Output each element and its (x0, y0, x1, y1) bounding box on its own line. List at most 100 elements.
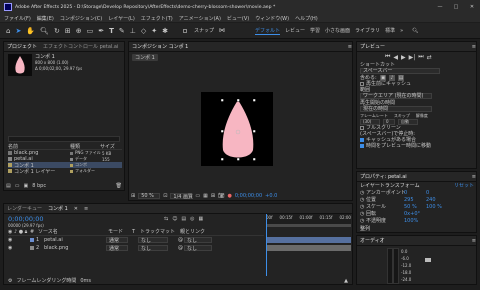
cache-opt-checkbox[interactable] (360, 138, 364, 142)
menu-layer[interactable]: レイヤー(L) (108, 15, 135, 22)
region-icon[interactable]: ▭ (195, 193, 200, 199)
comp-flowchart-icon[interactable]: ⇆ (164, 216, 168, 222)
snapshot-icon[interactable]: 📷︎ (218, 193, 224, 199)
shortcut-select[interactable]: スペースバー (360, 68, 440, 74)
layer-parent-select[interactable]: なし (184, 237, 212, 244)
workspace-libraries[interactable]: ライブラリ (355, 27, 380, 34)
timeline-ruler[interactable]: 00f 00:15f 01:00f 01:15f 02:00 (266, 214, 351, 224)
comp-viewer[interactable] (201, 92, 273, 166)
camera-tool-icon[interactable]: ⊞ (65, 27, 71, 35)
label-color[interactable] (70, 157, 73, 161)
next-frame-icon[interactable]: ▶| (409, 54, 416, 61)
label-color[interactable] (70, 163, 73, 167)
visibility-icon[interactable]: ◉ (8, 245, 14, 251)
audio-slider-knob[interactable] (425, 258, 431, 262)
label-color[interactable] (30, 246, 34, 250)
layer-duration-bar[interactable] (266, 237, 351, 243)
property-value-2[interactable]: 100 % (426, 204, 448, 210)
selection-tool-icon[interactable]: ➤ (15, 27, 21, 35)
time-opt-checkbox[interactable] (360, 144, 364, 148)
layer-duration-bar[interactable] (266, 245, 351, 251)
snap-checkbox[interactable] (182, 28, 187, 33)
audio-menu-icon[interactable]: ≡ (472, 238, 476, 244)
comp-chip[interactable]: コンポ 1 (132, 54, 158, 61)
properties-menu-icon[interactable]: ≡ (472, 174, 476, 180)
new-comp-icon[interactable]: ▣ (23, 183, 28, 189)
col-mode[interactable]: モード (108, 228, 132, 235)
brush-tool-icon[interactable]: ✎ (119, 27, 125, 35)
menu-window[interactable]: ウィンドウ(W) (255, 15, 289, 22)
menu-animation[interactable]: アニメーション(A) (179, 15, 221, 22)
work-area-bar[interactable] (266, 224, 351, 227)
res-select[interactable]: 自動 (398, 119, 418, 125)
mask-visibility-icon[interactable]: ⊞ (211, 193, 215, 199)
prev-frame-icon[interactable]: ◀ (393, 54, 398, 61)
property-value-1[interactable]: 0 (404, 190, 426, 196)
fullscreen-checkbox[interactable] (360, 126, 364, 130)
pen-tool-icon[interactable]: ✒ (98, 27, 104, 35)
exposure-value[interactable]: +0.0 (265, 193, 277, 199)
hand-tool-icon[interactable]: ✋ (26, 27, 35, 35)
menu-edit[interactable]: 編集(E) (37, 15, 54, 22)
property-value-1[interactable]: 295 (404, 197, 426, 203)
col-type[interactable]: 種類 (70, 143, 100, 150)
tab-render-queue[interactable]: レンダーキュー (7, 205, 42, 212)
frame-blend-icon[interactable]: ▤ (181, 216, 186, 222)
layer-mode-select[interactable]: 通常 (106, 245, 128, 252)
layer-row[interactable]: ◉ 1 petal.ai 通常 なし @ なし (8, 236, 352, 244)
loop-icon[interactable]: ⇄ (427, 54, 432, 61)
property-value-1[interactable]: 0x+0° (404, 211, 426, 217)
delete-icon[interactable]: 🗑︎ (116, 183, 122, 189)
eraser-tool-icon[interactable]: ◇ (141, 27, 146, 35)
tab-audio[interactable]: オーディオ (360, 237, 385, 244)
interpret-footage-icon[interactable]: ▤ (6, 183, 11, 189)
play-icon[interactable]: ▶ (401, 54, 406, 61)
layer-row[interactable]: ◉ 2 black.png 通常 なし @ なし (8, 244, 352, 252)
maximize-button[interactable]: □ (448, 4, 464, 10)
property-value-1[interactable]: 50 % (404, 204, 426, 210)
timeline-menu-icon[interactable]: ≡ (84, 206, 88, 212)
property-value-2[interactable]: 0 (426, 190, 448, 196)
layer-trackmatte-select[interactable]: なし (138, 237, 168, 244)
property-value-1[interactable]: 100% (404, 218, 426, 224)
col-source[interactable]: ソース名 (38, 228, 108, 235)
tab-properties[interactable]: プロパティ: petal.ai (360, 173, 407, 180)
layer-name[interactable]: black.png (44, 245, 106, 251)
transform-section[interactable]: レイヤートランスフォーム (360, 182, 420, 189)
home-icon[interactable]: ⌂ (6, 27, 10, 35)
rectangle-tool-icon[interactable]: ▭ (87, 27, 94, 35)
project-item[interactable]: コンポ 1 レイヤー フォルダー (8, 168, 122, 175)
pan-behind-tool-icon[interactable]: ⊕ (76, 27, 82, 35)
label-color[interactable] (70, 151, 73, 155)
timeline-timecode[interactable]: 0;00;00;00 (8, 215, 44, 223)
minimize-button[interactable]: — (432, 4, 448, 10)
menu-view[interactable]: ビュー(V) (227, 15, 249, 22)
layer-name[interactable]: petal.ai (44, 237, 106, 243)
col-name[interactable]: 名前 (8, 143, 70, 150)
rotate-tool-icon[interactable]: ↻ (54, 27, 60, 35)
workspace-small-screen[interactable]: 小さな画面 (325, 27, 350, 34)
layer-mode-select[interactable]: 通常 (106, 237, 128, 244)
roto-tool-icon[interactable]: ✦ (151, 27, 157, 35)
tab-effect-controls[interactable]: エフェクトコントロール petal.ai (43, 43, 118, 50)
resolution-select[interactable]: 1/4 画質 (170, 193, 193, 200)
workspace-learn[interactable]: 学習 (310, 27, 320, 34)
workspace-more-icon[interactable]: » (400, 28, 403, 34)
close-button[interactable]: ✕ (464, 4, 480, 10)
bpc-label[interactable]: 8 bpc (32, 183, 46, 189)
text-tool-icon[interactable]: T (109, 27, 114, 35)
range-select[interactable]: ワークエリア (現在の時間) (360, 93, 432, 99)
workspace-review[interactable]: レビュー (285, 27, 305, 34)
project-search-input[interactable] (8, 136, 120, 142)
col-size[interactable]: サイズ (100, 143, 115, 150)
tab-preview[interactable]: プレビュー (360, 43, 385, 50)
cache-checkbox[interactable] (360, 82, 364, 86)
workspace-default[interactable]: デフォルト (254, 27, 280, 35)
property-value-2[interactable]: 240 (426, 197, 448, 203)
label-color[interactable] (70, 169, 73, 173)
panel-menu-icon[interactable]: ≡ (348, 44, 352, 50)
fit-icon[interactable]: ⊡ (163, 193, 167, 199)
last-frame-icon[interactable]: ⏭ (418, 53, 423, 61)
preview-menu-icon[interactable]: ≡ (472, 44, 476, 50)
tab-comp-timeline[interactable]: コンポ 1 (48, 205, 68, 212)
